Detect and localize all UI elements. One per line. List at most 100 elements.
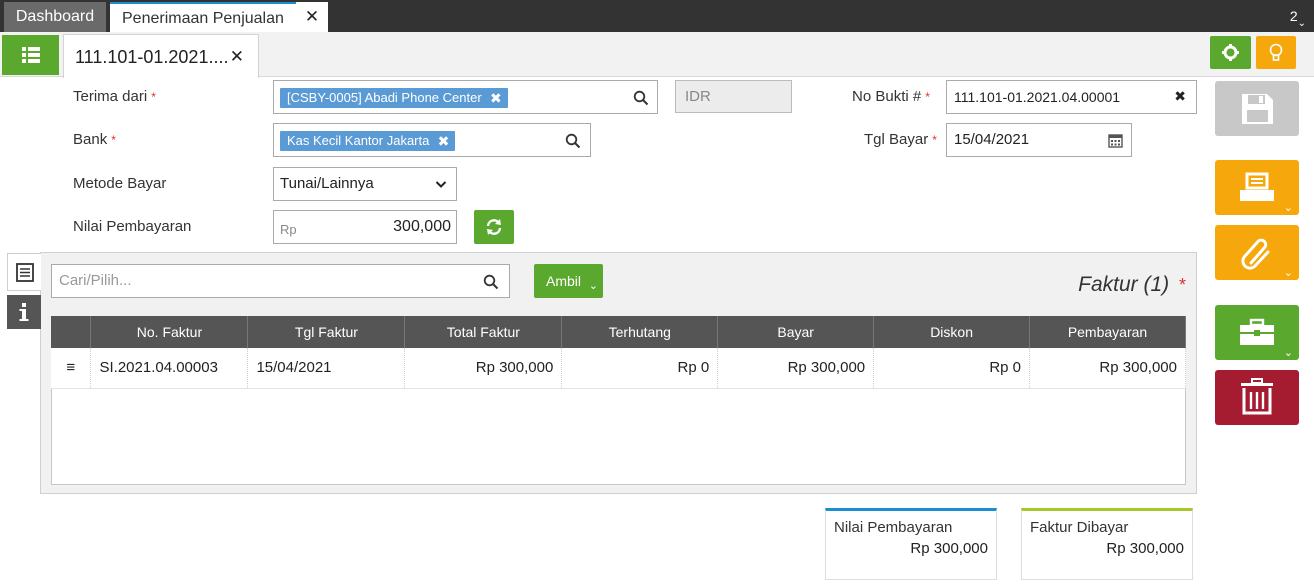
- list-icon: [22, 47, 40, 63]
- remove-tag-icon[interactable]: ✖: [438, 131, 450, 151]
- required-marker: *: [925, 90, 930, 104]
- document-icon: [16, 263, 34, 282]
- document-tab-label: 111.101-01.2021....: [75, 47, 229, 67]
- save-button[interactable]: [1215, 81, 1299, 136]
- tab-info[interactable]: [7, 295, 41, 329]
- tab-count: 2: [1289, 8, 1298, 24]
- currency-field: IDR: [675, 80, 792, 113]
- table-row[interactable]: ≡ SI.2021.04.00003 15/04/2021 Rp 300,000…: [51, 348, 1186, 389]
- document-tab[interactable]: 111.101-01.2021.... ✕: [63, 34, 259, 78]
- table-header-row: No. Faktur Tgl Faktur Total Faktur Terhu…: [51, 316, 1186, 348]
- ambil-button[interactable]: Ambil ⌄: [534, 264, 603, 298]
- info-icon: [19, 303, 29, 321]
- tgl-bayar-text: Tgl Bayar: [864, 131, 929, 148]
- bank-text: Bank: [73, 131, 108, 148]
- faktur-title-text: Faktur (1): [1078, 273, 1170, 296]
- faktur-search-input[interactable]: Cari/Pilih...: [51, 264, 510, 298]
- column-header[interactable]: Tgl Faktur: [247, 316, 406, 348]
- attachment-button[interactable]: ⌄: [1215, 225, 1299, 280]
- delete-button[interactable]: [1215, 370, 1299, 425]
- customer-tag: [CSBY-0005] Abadi Phone Center ✖: [280, 88, 508, 108]
- nilai-pembayaran-label: Nilai Pembayaran: [73, 218, 192, 235]
- no-bukti-label: No Bukti # *: [852, 88, 930, 105]
- metode-bayar-select[interactable]: Tunai/Lainnya: [273, 167, 457, 201]
- tgl-bayar-value: 15/04/2021: [954, 131, 1030, 148]
- required-marker: *: [151, 90, 156, 104]
- tab-penerimaan-penjualan[interactable]: Penerimaan Penjualan: [110, 2, 296, 32]
- settings-button[interactable]: [1210, 36, 1251, 69]
- drag-handle-icon[interactable]: ≡: [51, 348, 92, 389]
- tips-button[interactable]: [1256, 36, 1296, 69]
- search-placeholder: Cari/Pilih...: [59, 272, 132, 289]
- nilai-pembayaran-value: 300,000: [393, 218, 451, 235]
- list-view-button[interactable]: [2, 35, 59, 75]
- table-cell: Rp 300,000: [404, 348, 563, 389]
- summary-label: Nilai Pembayaran: [834, 519, 953, 536]
- summary-value: Rp 300,000: [910, 540, 988, 557]
- search-icon[interactable]: [633, 90, 649, 106]
- table-cell: Rp 300,000: [1029, 348, 1186, 389]
- chevron-down-icon: [435, 181, 447, 188]
- column-header[interactable]: Bayar: [717, 316, 875, 348]
- column-header[interactable]: Diskon: [873, 316, 1031, 348]
- bulb-icon: [1269, 43, 1283, 61]
- table-cell: SI.2021.04.00003: [90, 348, 249, 389]
- open-tabs-counter[interactable]: 2⌄: [1289, 8, 1306, 29]
- tgl-bayar-input[interactable]: 15/04/2021: [946, 123, 1132, 157]
- currency-prefix: Rp: [280, 222, 297, 237]
- summary-label: Faktur Dibayar: [1030, 519, 1129, 536]
- faktur-title: Faktur (1) *: [1078, 273, 1186, 297]
- terima-dari-text: Terima dari: [73, 88, 148, 105]
- required-marker: *: [1178, 275, 1186, 295]
- column-header[interactable]: No. Faktur: [90, 316, 249, 348]
- nilai-pembayaran-input[interactable]: Rp 300,000: [273, 210, 457, 244]
- table-cell: Rp 0: [561, 348, 719, 389]
- no-bukti-text: No Bukti #: [852, 88, 922, 105]
- metode-bayar-value: Tunai/Lainnya: [280, 175, 374, 192]
- tools-button[interactable]: ⌄: [1215, 305, 1299, 360]
- close-tab-icon[interactable]: ✕: [296, 2, 328, 32]
- trash-icon: [1241, 378, 1273, 415]
- search-icon[interactable]: [483, 274, 499, 290]
- terima-dari-label: Terima dari *: [73, 88, 156, 105]
- chevron-down-icon: ⌄: [1283, 267, 1293, 279]
- refresh-icon: [486, 219, 502, 235]
- column-header[interactable]: Total Faktur: [404, 316, 563, 348]
- bank-label: Bank *: [73, 131, 116, 148]
- faktur-table: No. Faktur Tgl Faktur Total Faktur Terhu…: [51, 316, 1186, 389]
- column-header[interactable]: Pembayaran: [1029, 316, 1186, 348]
- clear-icon[interactable]: ✖: [1174, 88, 1186, 105]
- chevron-down-icon: ⌄: [588, 280, 598, 292]
- customer-select[interactable]: [CSBY-0005] Abadi Phone Center ✖: [273, 80, 658, 114]
- chevron-down-icon: ⌄: [1283, 347, 1293, 359]
- table-cell: Rp 0: [873, 348, 1031, 389]
- no-bukti-input[interactable]: 111.101-01.2021.04.00001 ✖: [946, 80, 1197, 114]
- chevron-down-icon: ⌄: [1283, 202, 1293, 214]
- close-icon[interactable]: ✕: [230, 35, 244, 79]
- column-header[interactable]: Terhutang: [561, 316, 719, 348]
- top-tab-bar: Dashboard Penerimaan Penjualan ✕ 2⌄: [0, 0, 1314, 32]
- bank-tag: Kas Kecil Kantor Jakarta ✖: [280, 131, 456, 151]
- table-cell: 15/04/2021: [247, 348, 406, 389]
- summary-value: Rp 300,000: [1106, 540, 1184, 557]
- bank-select[interactable]: Kas Kecil Kantor Jakarta ✖: [273, 123, 591, 157]
- column-header-handle: [51, 316, 92, 348]
- metode-bayar-label: Metode Bayar: [73, 175, 167, 192]
- bank-tag-label: Kas Kecil Kantor Jakarta: [287, 133, 430, 148]
- nilai-pembayaran-summary: Nilai Pembayaran Rp 300,000: [825, 508, 997, 580]
- print-button[interactable]: ⌄: [1215, 160, 1299, 215]
- calendar-icon[interactable]: [1108, 133, 1123, 148]
- chevron-down-icon: ⌄: [1297, 18, 1306, 29]
- ambil-label: Ambil: [546, 273, 582, 289]
- search-icon[interactable]: [565, 133, 581, 149]
- required-marker: *: [932, 133, 937, 147]
- customer-tag-label: [CSBY-0005] Abadi Phone Center: [287, 90, 482, 105]
- required-marker: *: [111, 133, 116, 147]
- gear-icon: [1222, 44, 1239, 61]
- save-icon: [1242, 94, 1273, 124]
- refresh-button[interactable]: [474, 210, 514, 244]
- remove-tag-icon[interactable]: ✖: [490, 88, 502, 108]
- tab-dashboard[interactable]: Dashboard: [4, 2, 106, 32]
- tgl-bayar-label: Tgl Bayar *: [864, 131, 937, 148]
- tab-detail[interactable]: [7, 253, 41, 291]
